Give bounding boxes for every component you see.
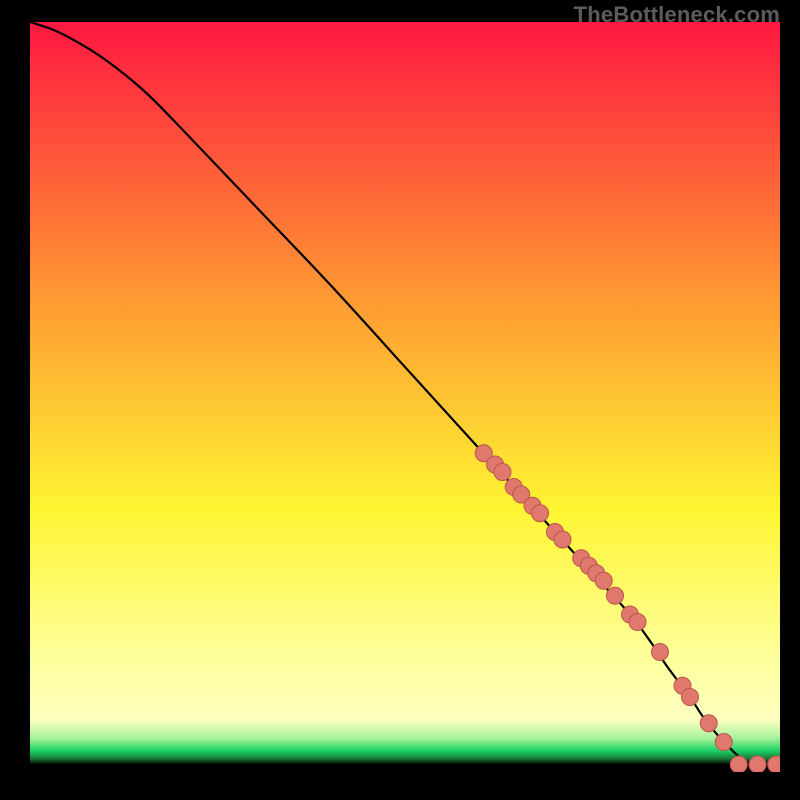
data-marker [554,531,571,548]
data-marker [715,734,732,751]
data-marker [730,756,747,772]
chart-curve-layer [30,22,780,772]
data-marker [749,756,766,772]
data-marker [595,572,612,589]
data-marker [700,715,717,732]
data-marker [607,587,624,604]
data-marker [682,689,699,706]
data-marker [652,644,669,661]
data-marker [629,614,646,631]
data-marker [494,464,511,481]
data-marker [532,505,549,522]
data-marker [768,756,780,772]
data-markers-group [475,445,780,772]
chart-plot-area [30,22,780,772]
